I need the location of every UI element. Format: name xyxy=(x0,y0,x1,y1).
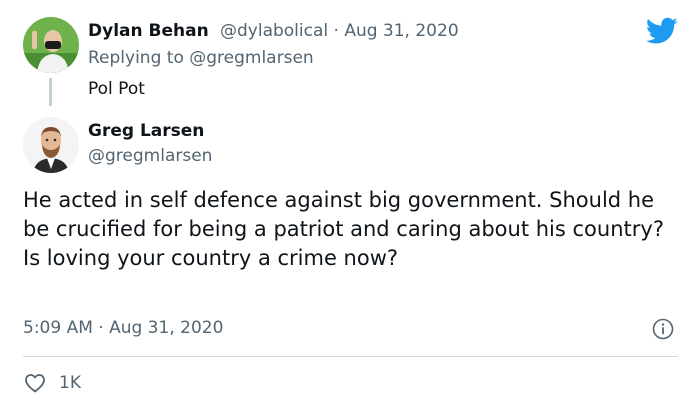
reply-tweet-text: Pol Pot xyxy=(88,79,145,99)
avatar-dylan-behan[interactable] xyxy=(23,17,79,73)
tweet-actions-divider xyxy=(23,356,678,357)
tweet-timestamp[interactable]: 5:09 AM · Aug 31, 2020 xyxy=(23,318,223,338)
like-count: 1K xyxy=(59,373,81,393)
thread-connector-line xyxy=(49,78,52,106)
heart-icon xyxy=(23,371,47,395)
main-tweet-text: He acted in self defence against big gov… xyxy=(23,188,664,270)
reply-author-name[interactable]: Dylan Behan xyxy=(88,21,209,41)
like-button[interactable]: 1K xyxy=(23,370,81,396)
info-icon[interactable] xyxy=(652,318,674,340)
main-author-handle[interactable]: @gregmlarsen xyxy=(88,146,212,166)
avatar-greg-larsen[interactable] xyxy=(23,117,79,173)
reply-author-meta[interactable]: @dylabolical · Aug 31, 2020 xyxy=(220,21,459,41)
main-author-name[interactable]: Greg Larsen xyxy=(88,121,204,141)
replying-to-line[interactable]: Replying to @gregmlarsen xyxy=(88,48,314,68)
twitter-bird-icon[interactable] xyxy=(645,17,678,45)
